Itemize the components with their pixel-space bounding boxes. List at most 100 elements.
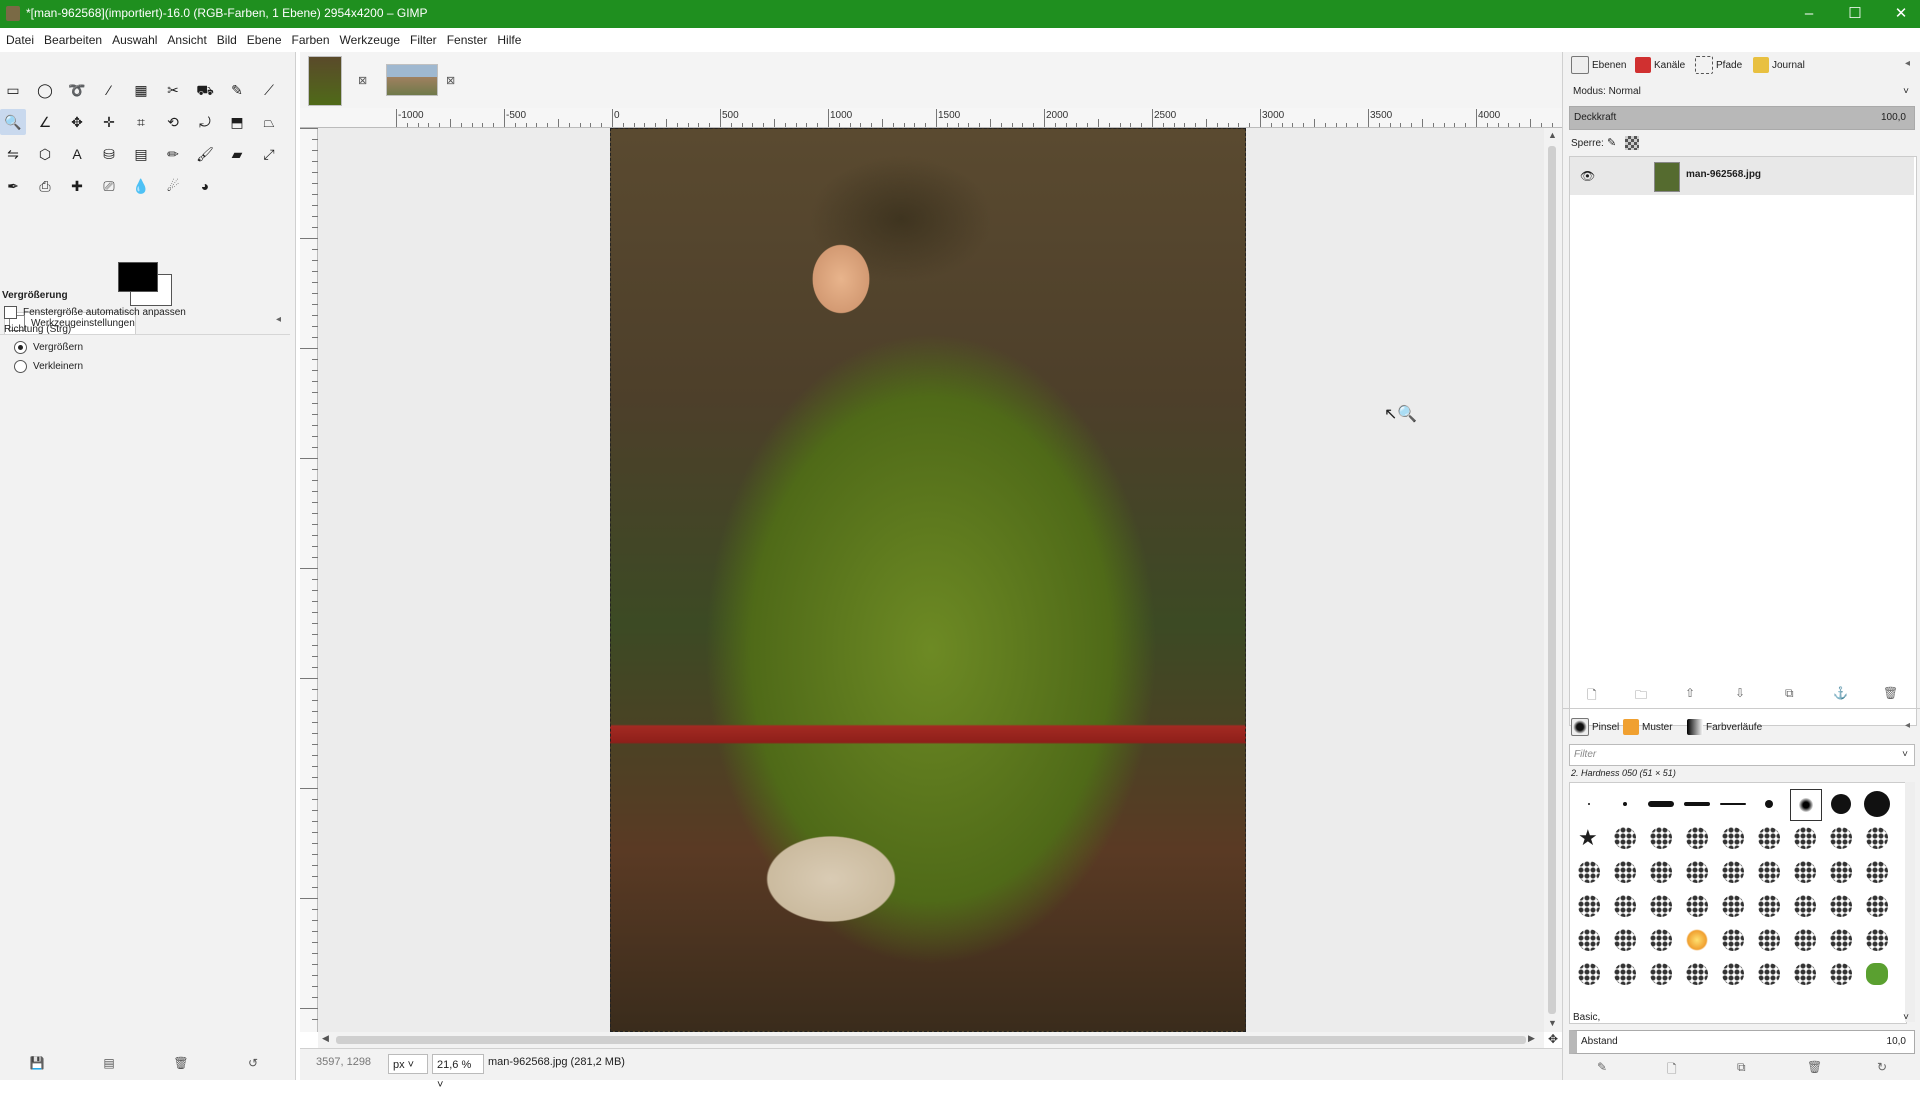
brush-item[interactable] — [1610, 891, 1640, 921]
free-select-icon[interactable]: ➰ — [64, 77, 90, 103]
color-select-icon[interactable]: ▦ — [128, 77, 154, 103]
brush-item[interactable] — [1610, 925, 1640, 955]
brush-item[interactable] — [1610, 857, 1640, 887]
panel-menu-icon[interactable]: ◂ — [1905, 720, 1910, 731]
zoom-out-radio[interactable] — [14, 360, 27, 373]
tab-gradients[interactable]: Farbverläufe — [1687, 716, 1762, 740]
maximize-button[interactable]: ☐ — [1832, 0, 1878, 28]
gradient-icon[interactable]: ▤ — [128, 141, 154, 167]
brush-item[interactable] — [1682, 925, 1712, 955]
zoom-icon[interactable]: 🔍 — [0, 109, 26, 135]
perspective-clone-icon[interactable]: ⎚ — [96, 173, 122, 199]
flip-icon[interactable]: ⇋ — [0, 141, 26, 167]
scrollbar-thumb[interactable] — [1548, 146, 1556, 1014]
brush-item[interactable] — [1574, 857, 1604, 887]
brush-item[interactable] — [1754, 925, 1784, 955]
perspective-icon[interactable]: ⏢ — [256, 109, 282, 135]
brush-item[interactable] — [1862, 789, 1892, 819]
panel-menu-icon[interactable]: ◂ — [1905, 58, 1910, 69]
brush-item[interactable] — [1826, 789, 1856, 819]
brush-item[interactable] — [1574, 959, 1604, 989]
brush-item[interactable] — [1826, 857, 1856, 887]
layer-name[interactable]: man-962568.jpg — [1686, 169, 1761, 180]
tab-patterns[interactable]: Muster — [1623, 716, 1673, 740]
brush-item[interactable] — [1790, 857, 1820, 887]
brush-item[interactable] — [1682, 857, 1712, 887]
menu-auswahl[interactable]: Auswahl — [107, 28, 162, 52]
blur-icon[interactable]: 💧 — [128, 173, 154, 199]
brush-item[interactable] — [1754, 789, 1784, 819]
rect-select-icon[interactable]: ▭ — [0, 77, 26, 103]
paintbrush-icon[interactable]: 🖌 — [192, 141, 218, 167]
color-picker-icon[interactable]: ⟋ — [256, 77, 282, 103]
tab-channels[interactable]: Kanäle — [1635, 54, 1685, 78]
new-layer-group-icon[interactable]: 🗀 — [1635, 686, 1647, 707]
brush-item[interactable]: ★ — [1574, 823, 1604, 853]
brush-item[interactable] — [1682, 789, 1712, 819]
reset-tool-options-icon[interactable]: ↺ — [244, 1056, 262, 1072]
move-icon[interactable]: ✥ — [64, 109, 90, 135]
menu-bearbeiten[interactable]: Bearbeiten — [39, 28, 107, 52]
unified-transform-icon[interactable]: ⟲ — [160, 109, 186, 135]
brush-item[interactable] — [1754, 959, 1784, 989]
zoom-select[interactable]: 21,6 % ˅ — [432, 1054, 484, 1091]
foreground-color-swatch[interactable] — [118, 262, 158, 292]
brush-filter-input[interactable]: Filter ˅ — [1569, 744, 1915, 766]
opacity-slider[interactable]: Deckkraft 100,0 — [1569, 106, 1915, 130]
measure-icon[interactable]: ∠ — [32, 109, 58, 135]
dodge-burn-icon[interactable]: ◕ — [192, 173, 218, 199]
brush-item[interactable] — [1718, 925, 1748, 955]
brush-item[interactable] — [1682, 891, 1712, 921]
brush-item[interactable] — [1790, 891, 1820, 921]
brush-item[interactable] — [1646, 823, 1676, 853]
brush-item[interactable] — [1826, 959, 1856, 989]
brush-item[interactable] — [1718, 823, 1748, 853]
brush-item[interactable] — [1574, 925, 1604, 955]
clone-icon[interactable]: ⎙ — [32, 173, 58, 199]
eye-icon[interactable]: 👁 — [1580, 169, 1595, 183]
vertical-scrollbar[interactable]: ▲ ▼ — [1544, 128, 1562, 1032]
tab-layers[interactable]: Ebenen — [1571, 54, 1626, 78]
duplicate-brush-icon[interactable]: ⧉ — [1737, 1060, 1746, 1075]
new-layer-icon[interactable]: 🗋 — [1587, 686, 1597, 707]
brush-item[interactable] — [1610, 959, 1640, 989]
brush-item[interactable] — [1682, 823, 1712, 853]
scroll-up-icon[interactable]: ▲ — [1548, 130, 1557, 140]
new-brush-icon[interactable]: 🗋 — [1667, 1060, 1677, 1081]
auto-resize-checkbox[interactable] — [4, 306, 17, 319]
scroll-down-icon[interactable]: ▼ — [1548, 1018, 1557, 1028]
zoom-in-radio[interactable] — [14, 341, 27, 354]
mode-select[interactable]: Modus: Normal ˅ — [1569, 82, 1915, 104]
auto-resize-option[interactable]: Fenstergröße automatisch anpassen — [4, 306, 186, 319]
menu-datei[interactable]: Datei — [0, 28, 39, 52]
delete-brush-icon[interactable]: 🗑 — [1807, 1060, 1822, 1074]
cage-icon[interactable]: ⬡ — [32, 141, 58, 167]
brush-item[interactable] — [1862, 925, 1892, 955]
layer-row[interactable]: 👁 man-962568.jpg — [1570, 157, 1914, 195]
scissors-icon[interactable]: ✂ — [160, 77, 186, 103]
brush-item[interactable] — [1826, 925, 1856, 955]
brush-item[interactable] — [1790, 789, 1822, 821]
lock-alpha-icon[interactable] — [1625, 136, 1639, 150]
navigate-icon[interactable]: ✥ — [1544, 1032, 1562, 1048]
edit-brush-icon[interactable]: ✎ — [1597, 1060, 1607, 1074]
brush-item[interactable] — [1574, 789, 1604, 819]
restore-tool-preset-icon[interactable]: ▤ — [100, 1056, 118, 1072]
brush-item[interactable] — [1862, 857, 1892, 887]
brush-item[interactable] — [1646, 925, 1676, 955]
brush-item[interactable] — [1790, 959, 1820, 989]
brush-item[interactable] — [1826, 891, 1856, 921]
menu-farben[interactable]: Farben — [287, 28, 335, 52]
brush-item[interactable] — [1826, 823, 1856, 853]
text-icon[interactable]: A — [64, 141, 90, 167]
menu-hilfe[interactable]: Hilfe — [492, 28, 526, 52]
brush-item[interactable] — [1862, 959, 1892, 989]
tab-paths[interactable]: Pfade — [1695, 54, 1742, 78]
airbrush-icon[interactable]: ⤢ — [256, 141, 282, 167]
lower-layer-icon[interactable]: ⇩ — [1735, 686, 1745, 700]
minimize-button[interactable]: – — [1786, 0, 1832, 28]
save-tool-preset-icon[interactable]: 💾 — [28, 1056, 46, 1072]
menu-fenster[interactable]: Fenster — [442, 28, 493, 52]
foreground-select-icon[interactable]: ⛟ — [192, 77, 218, 103]
brush-item[interactable] — [1862, 891, 1892, 921]
